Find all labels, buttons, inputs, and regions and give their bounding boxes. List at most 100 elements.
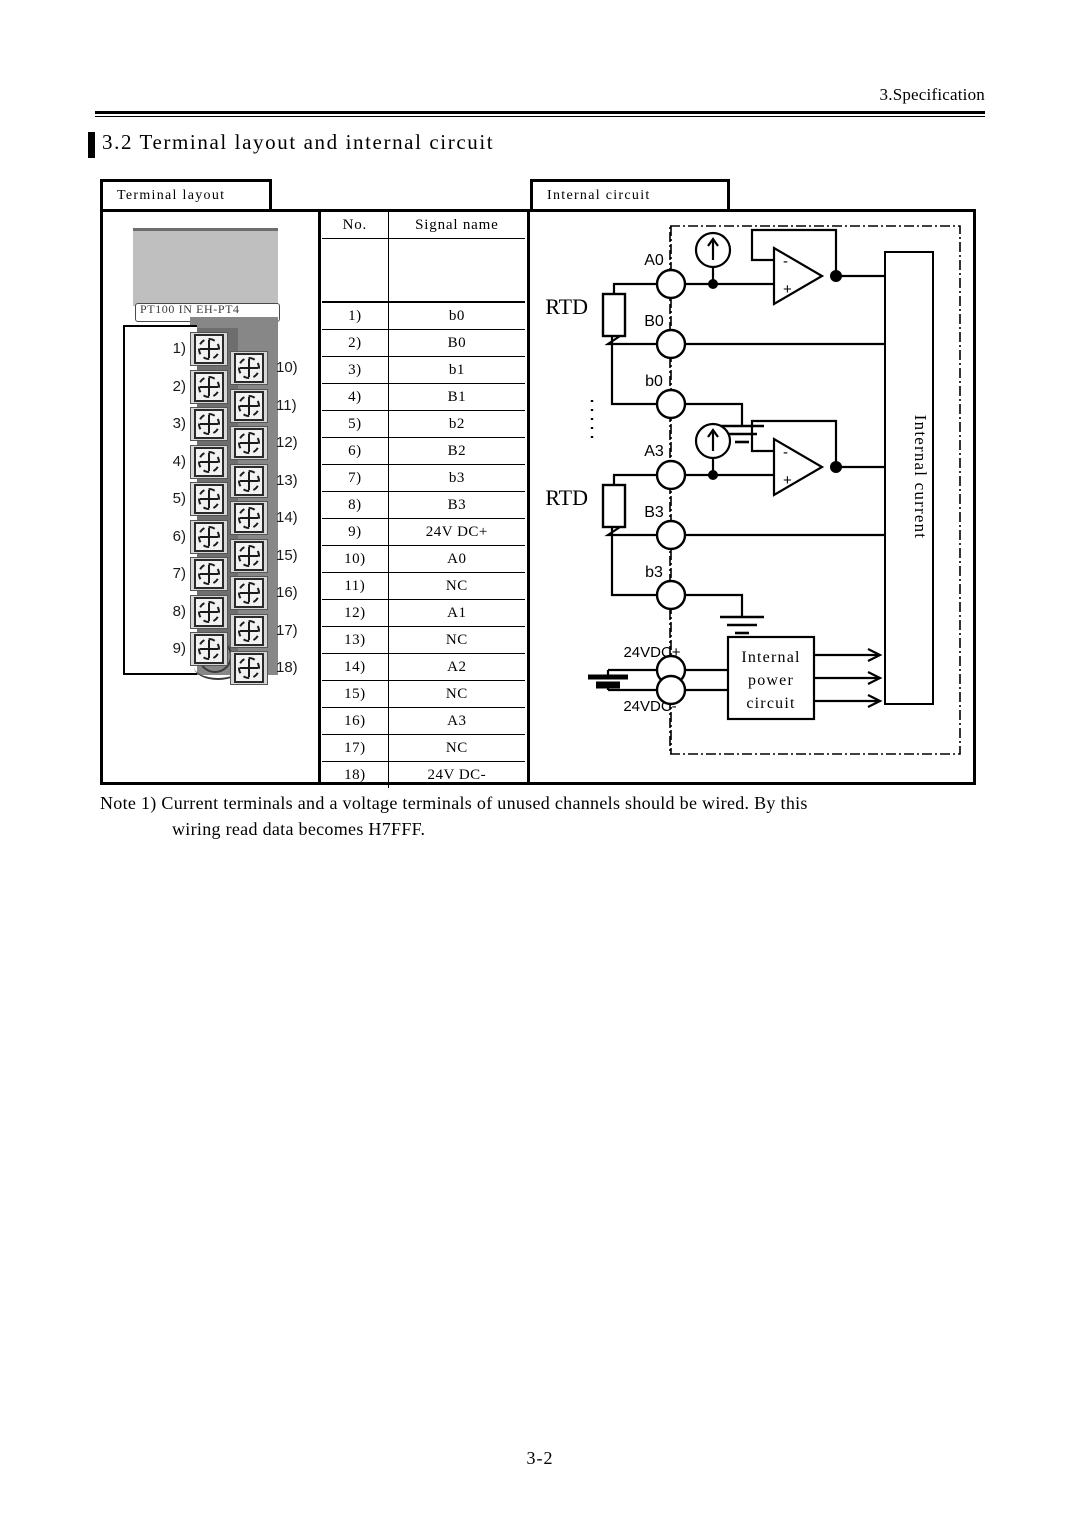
junction-dot-a0 <box>708 279 718 289</box>
table-row: 5) b2 <box>322 410 525 438</box>
terminal-number-label: 7) <box>172 565 186 582</box>
terminal-label-b0: B0 <box>644 313 664 330</box>
table-row: 2) B0 <box>322 329 525 357</box>
module-nameplate-text: PT100 IN EH-PT4 <box>140 303 240 316</box>
table-row: 1) b0 <box>322 301 525 330</box>
table-row: 8) B3 <box>322 491 525 519</box>
opamp-0-plus-label: + <box>783 281 792 298</box>
table-row: 15) NC <box>322 680 525 708</box>
cell-terminal-number: 11) <box>322 572 389 600</box>
screw-slot-horizontal <box>240 404 258 407</box>
table-row: 18) 24V DC- <box>322 761 525 788</box>
power-box-line-3: circuit <box>746 695 795 712</box>
screw-terminal <box>234 578 264 608</box>
terminal-number-label: 6) <box>172 527 186 545</box>
screw-terminal <box>194 484 224 514</box>
cell-signal-name: A3 <box>387 707 525 735</box>
cell-signal-name: b3 <box>387 464 525 492</box>
table-row: 13) NC <box>322 626 525 654</box>
terminal-number-label: 14) <box>276 509 298 526</box>
cell-terminal-number: 14) <box>322 653 389 681</box>
cell-signal-name: 24V DC- <box>387 761 525 788</box>
screw-slot-horizontal <box>240 367 258 369</box>
terminal-number-label: 3) <box>172 415 186 432</box>
power-box-line-2: power <box>748 672 794 689</box>
terminal-number-label: 9) <box>172 640 186 657</box>
screw-slot-horizontal <box>200 610 218 613</box>
terminal-label-a3: A3 <box>644 443 664 460</box>
page-number: 3-2 <box>526 1448 554 1468</box>
terminal-label-a0: A0 <box>644 252 664 269</box>
opamp-3-plus-label: + <box>783 472 792 489</box>
screw-terminal <box>234 353 264 383</box>
screw-terminal <box>194 409 224 439</box>
cell-signal-name: 24V DC+ <box>387 518 525 546</box>
table-row: 10) A0 <box>322 545 525 573</box>
cell-signal-name: A2 <box>387 653 525 681</box>
screw-slot-horizontal <box>240 592 258 594</box>
terminal-circle-b3-low <box>655 579 687 611</box>
cell-terminal-number: 7) <box>322 464 389 492</box>
terminal-number-label: 10) <box>276 359 298 376</box>
b3-ground-wire <box>685 593 744 617</box>
power-box-line-1: Internal <box>741 649 800 666</box>
tab-internal-circuit: Internal circuit <box>530 179 730 212</box>
signal-table-head: No. Signal name <box>322 212 525 303</box>
spacer-cell-signal <box>388 238 525 303</box>
circuit-svg: Internal current RTD A0 B0 b0 - + RTD A3… <box>545 225 961 755</box>
terminal-number-label: 17) <box>276 621 298 639</box>
screw-slot-horizontal <box>200 573 218 575</box>
terminal-number-label: 11) <box>276 396 297 414</box>
terminal-number-label: 8) <box>172 602 186 620</box>
terminal-number-label: 2) <box>172 377 186 395</box>
terminal-number-label: 4) <box>172 452 186 470</box>
terminal-label-b3-low: b3 <box>645 564 663 581</box>
cell-signal-name: B1 <box>387 383 525 411</box>
module-body-top <box>133 228 278 306</box>
cell-terminal-number: 8) <box>322 491 389 519</box>
cell-terminal-number: 15) <box>322 680 389 708</box>
rtd-label-0: RTD <box>545 294 588 319</box>
table-row: 16) A3 <box>322 707 525 735</box>
table-row: 3) b1 <box>322 356 525 384</box>
terminal-circle-a3 <box>655 459 687 491</box>
opamp-0 <box>772 246 825 306</box>
junction-dot-a3 <box>708 470 718 480</box>
table-row: 12) A1 <box>322 599 525 627</box>
cell-signal-name: b2 <box>387 410 525 438</box>
b0-ground-wire <box>685 402 744 426</box>
screw-terminal <box>234 540 264 571</box>
note-block: Note 1) Current terminals and a voltage … <box>100 790 980 842</box>
table-row: 9) 24V DC+ <box>322 518 525 546</box>
screw-slot-horizontal <box>200 423 218 425</box>
header-rule-thin <box>95 116 985 117</box>
screw-terminal <box>194 559 224 589</box>
note-line-1: Note 1) Current terminals and a voltage … <box>100 793 808 813</box>
screw-slot-horizontal <box>240 479 258 482</box>
screw-terminal <box>194 634 224 664</box>
cell-signal-name: B3 <box>387 491 525 519</box>
chapter-title: 3.Specification <box>879 85 985 104</box>
cell-signal-name: NC <box>387 626 525 654</box>
terminal-label-b3: B3 <box>644 504 664 521</box>
note-line-2: wiring read data becomes H7FFF. <box>172 819 426 839</box>
terminal-number-label: 16) <box>276 584 298 601</box>
table-row: 7) b3 <box>322 464 525 492</box>
table-header-row: No. Signal name <box>322 212 525 239</box>
screw-terminal <box>234 653 264 683</box>
cell-terminal-number: 3) <box>322 356 389 384</box>
section-title-text: 3.2 Terminal layout and internal circuit <box>102 130 495 154</box>
screw-slot-horizontal <box>200 385 218 388</box>
section-marker-bar <box>88 132 95 158</box>
terminal-block-illustration: PT100 IN EH-PT4 1) 2) 3) 4) 5) 6) 7) 8) 9) 10) 11… <box>110 214 315 685</box>
opamp-3 <box>772 437 825 497</box>
terminal-circle-b0-low <box>655 388 687 420</box>
signal-table-body: 1) b0 2) B0 3) b1 4) B1 5) b2 6) B2 7) b3 8) B3 9) 24V DC… <box>322 301 525 788</box>
signal-name-table: No. Signal name 1) b0 2) B0 3) b1 4) B1 5) b2 6) B2… <box>322 212 525 788</box>
terminal-circle-b0 <box>655 328 687 360</box>
spacer-cell-no <box>322 238 389 303</box>
terminal-number-label: 18) <box>276 659 298 676</box>
rtd-label-3: RTD <box>545 485 588 510</box>
header-cell-no: No. <box>322 212 389 239</box>
terminal-circle-a0 <box>655 268 687 300</box>
